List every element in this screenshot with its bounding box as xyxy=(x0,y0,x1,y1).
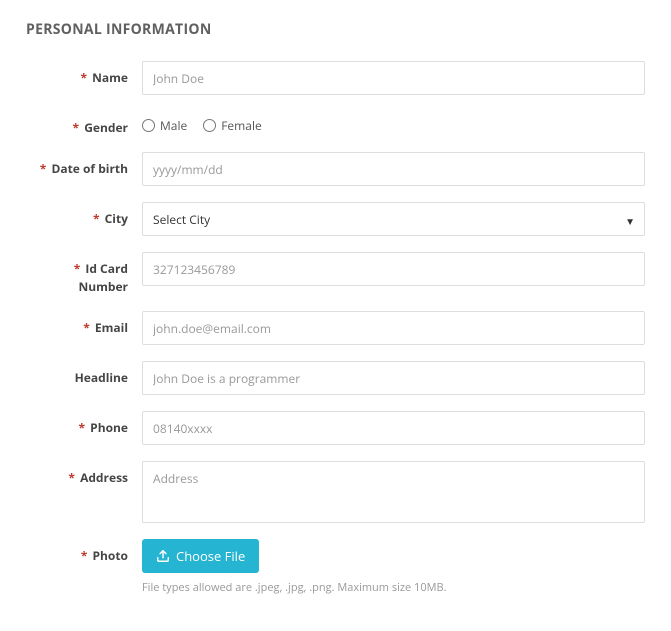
headline-input[interactable] xyxy=(142,361,645,395)
label-name-text: Name xyxy=(92,69,128,86)
label-idcard-text: Id Card Number xyxy=(78,260,128,294)
row-dob: * Date of birth xyxy=(26,152,645,186)
label-phone-text: Phone xyxy=(90,419,128,436)
gender-male-radio[interactable] xyxy=(142,119,155,132)
choose-file-label: Choose File xyxy=(176,547,245,565)
label-city: * City xyxy=(26,202,142,227)
section-title: PERSONAL INFORMATION xyxy=(26,20,645,39)
required-marker: * xyxy=(79,419,86,436)
row-name: * Name xyxy=(26,61,645,95)
required-marker: * xyxy=(40,160,47,177)
gender-female-option[interactable]: Female xyxy=(203,117,261,134)
label-city-text: City xyxy=(105,210,128,227)
label-headline-text: Headline xyxy=(75,369,128,386)
required-marker: * xyxy=(74,260,81,277)
row-gender: * Gender Male Female xyxy=(26,111,645,136)
choose-file-button[interactable]: Choose File xyxy=(142,539,259,573)
gender-radio-group: Male Female xyxy=(142,111,645,134)
required-marker: * xyxy=(81,547,88,564)
name-input[interactable] xyxy=(142,61,645,95)
label-name: * Name xyxy=(26,61,142,86)
row-phone: * Phone xyxy=(26,411,645,445)
label-email: * Email xyxy=(26,311,142,336)
upload-icon xyxy=(156,549,170,563)
required-marker: * xyxy=(83,319,90,336)
row-email: * Email xyxy=(26,311,645,345)
row-headline: Headline xyxy=(26,361,645,395)
label-idcard: * Id Card Number xyxy=(26,252,142,295)
idcard-input[interactable] xyxy=(142,252,645,286)
label-dob: * Date of birth xyxy=(26,152,142,177)
city-select[interactable]: Select City xyxy=(142,202,645,236)
row-idcard: * Id Card Number xyxy=(26,252,645,295)
gender-female-radio[interactable] xyxy=(203,119,216,132)
row-photo: * Photo Choose File File types allowed a… xyxy=(26,539,645,595)
label-address-text: Address xyxy=(80,469,128,486)
required-marker: * xyxy=(73,119,80,136)
label-dob-text: Date of birth xyxy=(51,160,128,177)
row-address: * Address xyxy=(26,461,645,523)
row-city: * City Select City ▼ xyxy=(26,202,645,236)
email-input[interactable] xyxy=(142,311,645,345)
phone-input[interactable] xyxy=(142,411,645,445)
required-marker: * xyxy=(93,210,100,227)
label-headline: Headline xyxy=(26,361,142,386)
photo-hint: File types allowed are .jpeg, .jpg, .png… xyxy=(142,580,645,595)
label-email-text: Email xyxy=(95,319,128,336)
label-photo: * Photo xyxy=(26,539,142,564)
label-photo-text: Photo xyxy=(93,547,129,564)
gender-female-label: Female xyxy=(221,117,261,134)
label-phone: * Phone xyxy=(26,411,142,436)
label-gender-text: Gender xyxy=(84,119,128,136)
required-marker: * xyxy=(68,469,75,486)
gender-male-option[interactable]: Male xyxy=(142,117,187,134)
label-address: * Address xyxy=(26,461,142,486)
address-textarea[interactable] xyxy=(142,461,645,523)
dob-input[interactable] xyxy=(142,152,645,186)
required-marker: * xyxy=(80,69,87,86)
label-gender: * Gender xyxy=(26,111,142,136)
gender-male-label: Male xyxy=(160,117,187,134)
